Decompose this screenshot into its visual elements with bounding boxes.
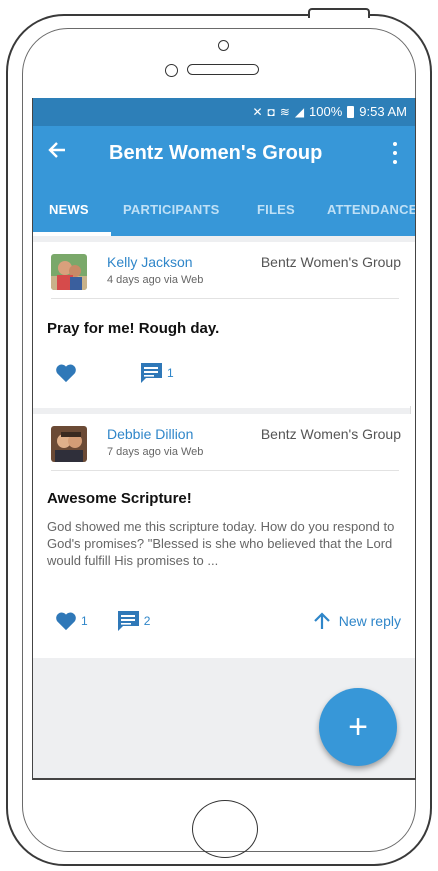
mute-icon: ✕ [252, 105, 263, 119]
home-button[interactable] [192, 800, 258, 858]
heart-icon[interactable] [55, 363, 77, 383]
like-count: 1 [81, 614, 88, 628]
alarm-icon: ◘ [267, 105, 275, 119]
wifi-icon: ≋ [279, 105, 290, 119]
comment-count: 1 [167, 366, 174, 380]
comment-icon [116, 611, 139, 631]
arrow-up-icon [313, 612, 330, 629]
app-bar: Bentz Women's Group [33, 126, 415, 182]
avatar[interactable] [51, 426, 87, 462]
post-group: Bentz Women's Group [260, 254, 401, 270]
post-title: Awesome Scripture! [47, 490, 192, 507]
comment-button[interactable]: 1 [139, 362, 174, 384]
comment-count: 2 [143, 614, 151, 628]
post-author[interactable]: Debbie Dillion [107, 426, 193, 442]
screen-bottom-edge [33, 778, 415, 780]
new-reply-button[interactable]: New reply [313, 612, 401, 630]
comment-icon [140, 363, 162, 383]
divider [51, 470, 399, 471]
post-author[interactable]: Kelly Jackson [107, 254, 193, 270]
phone-camera [218, 40, 229, 51]
post-meta: 7 days ago via Web [107, 446, 204, 458]
back-arrow-icon[interactable] [47, 140, 67, 165]
post-actions: 1 2 [55, 610, 150, 632]
tab-files[interactable]: FILES [257, 202, 295, 217]
more-vert-icon[interactable] [393, 142, 397, 164]
app-screen: ✕ ◘ ≋ ◢ 100% 9:53 AM Bentz Women's Group… [32, 98, 416, 780]
battery-level: 100% [309, 104, 343, 119]
tab-bar: NEWS PARTICIPANTS FILES ATTENDANCE [33, 182, 415, 236]
signal-icon: ◢ [294, 105, 305, 119]
status-bar: ✕ ◘ ≋ ◢ 100% 9:53 AM [33, 98, 415, 126]
add-post-button[interactable]: + [319, 688, 397, 766]
tab-news[interactable]: NEWS [49, 202, 89, 217]
phone-speaker [187, 64, 259, 75]
divider [51, 298, 399, 299]
heart-icon[interactable] [55, 611, 77, 631]
avatar[interactable] [51, 254, 87, 290]
plus-icon: + [348, 707, 368, 746]
tab-participants[interactable]: PARTICIPANTS [123, 202, 220, 217]
page-title: Bentz Women's Group [109, 142, 323, 164]
tab-indicator [33, 232, 111, 236]
comment-button[interactable]: 2 [116, 610, 151, 632]
status-time: 9:53 AM [359, 104, 407, 119]
phone-front-camera [165, 64, 178, 77]
battery-icon [347, 106, 355, 118]
new-reply-label: New reply [338, 613, 401, 629]
post-group: Bentz Women's Group [260, 426, 401, 442]
post-card[interactable]: Debbie Dillion 7 days ago via Web Bentz … [33, 414, 415, 658]
post-meta: 4 days ago via Web [107, 274, 204, 286]
tab-attendance[interactable]: ATTENDANCE [327, 202, 415, 217]
post-body: God showed me this scripture today. How … [47, 519, 395, 568]
post-title: Pray for me! Rough day. [47, 320, 220, 337]
phone-side-button [308, 8, 370, 18]
post-actions: 1 [55, 362, 174, 384]
post-card[interactable]: Kelly Jackson 4 days ago via Web Bentz W… [33, 242, 415, 526]
